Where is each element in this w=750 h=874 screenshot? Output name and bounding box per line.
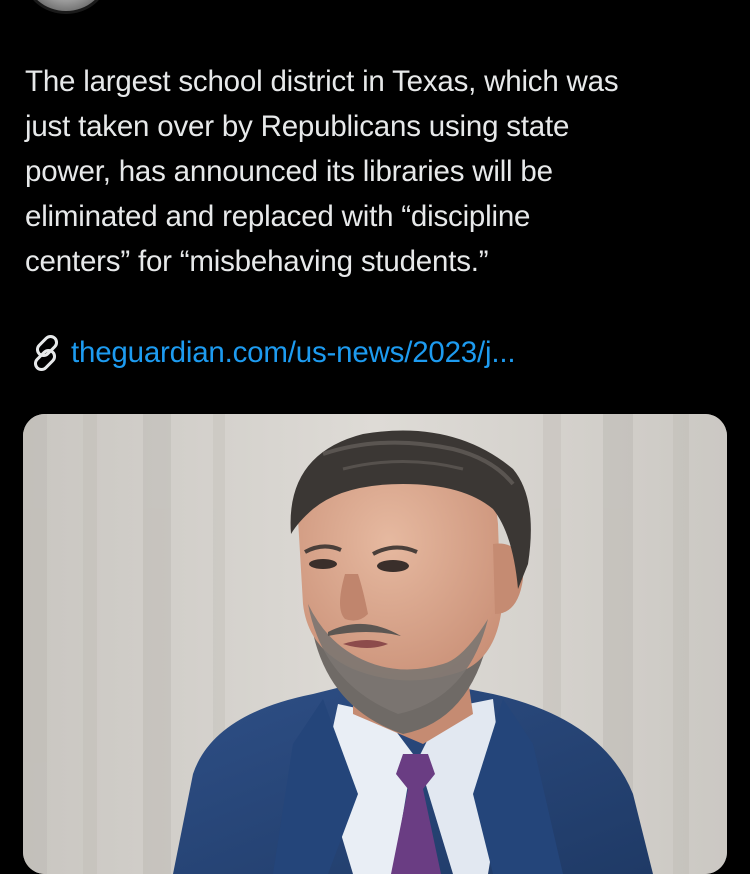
photo [23,414,727,874]
tweet-text-line: The largest school district in Texas, wh… [25,65,619,98]
tweet-media-photo[interactable] [23,414,727,874]
author-avatar[interactable] [24,0,108,14]
tweet-text-line: power, has announced its libraries will … [25,155,553,188]
article-link-text[interactable]: theguardian.com/us-news/2023/j... [71,336,516,370]
tweet-text-line: just taken over by Republicans using sta… [25,110,570,143]
link-icon [25,332,67,374]
tweet-text-line: centers” for “misbehaving students.” [25,245,489,278]
tweet-text: The largest school district in Texas, wh… [25,59,725,284]
article-link[interactable]: theguardian.com/us-news/2023/j... [25,331,516,375]
tweet-text-line: eliminated and replaced with “discipline [25,200,531,233]
